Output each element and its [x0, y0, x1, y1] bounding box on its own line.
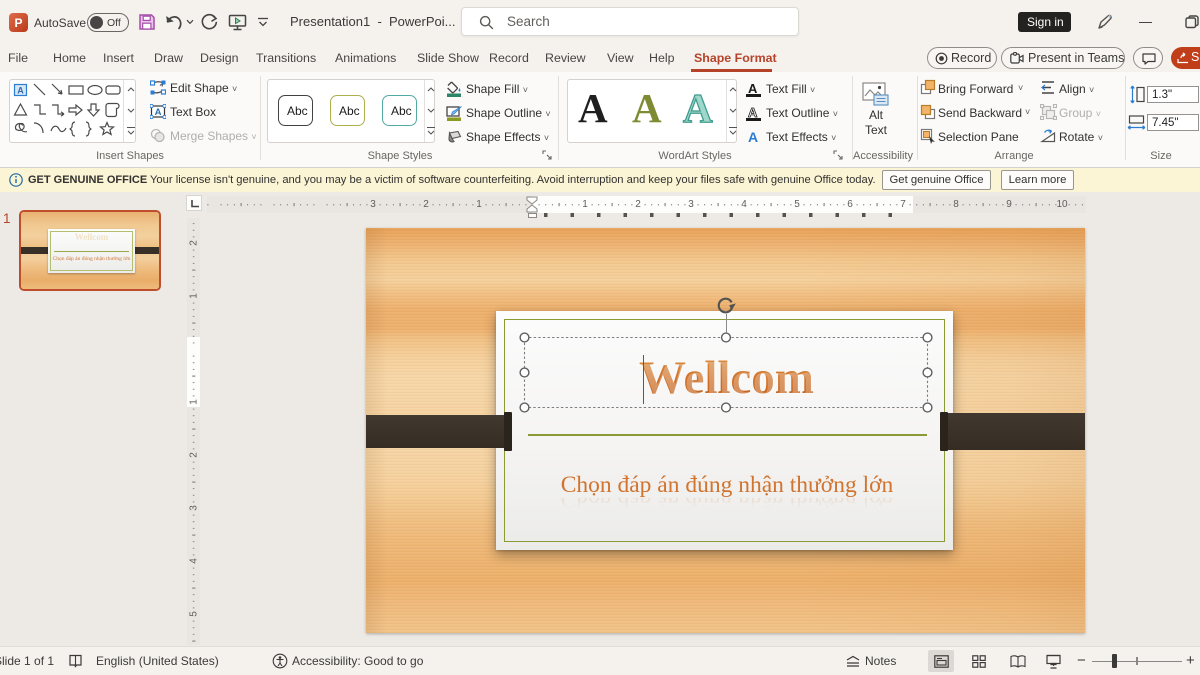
svg-text:A: A	[17, 86, 24, 96]
svg-text:A: A	[155, 107, 162, 118]
svg-text:P: P	[14, 16, 22, 30]
